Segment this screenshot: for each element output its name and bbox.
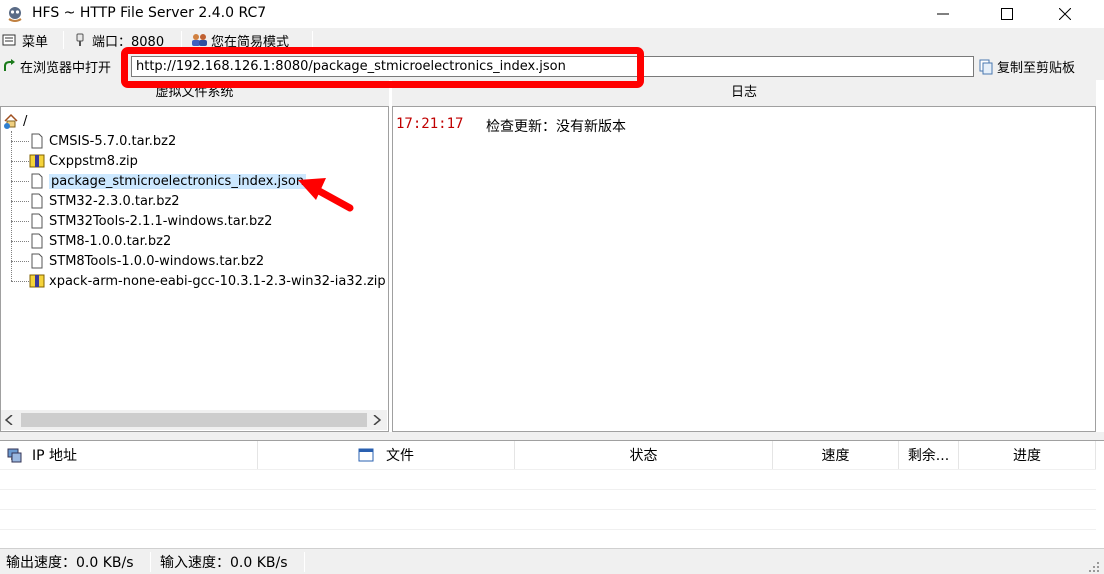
file-icon [31, 173, 43, 189]
file-name: Cxppstm8.zip [49, 153, 138, 169]
log-panel[interactable]: 17:21:17 检查更新：没有新版本 [392, 106, 1096, 432]
highlight-annotation [121, 47, 644, 88]
tree-item[interactable]: STM32Tools-2.1.1-windows.tar.bz2 [11, 211, 272, 231]
column-header-speed[interactable]: 速度 [773, 441, 899, 469]
tree-item[interactable]: CMSIS-5.7.0.tar.bz2 [11, 131, 176, 151]
tree-root-label: / [23, 113, 28, 129]
tree-branch [11, 280, 29, 282]
window-icon [358, 448, 374, 462]
status-bar: 输出速度：0.0 KB/s 输入速度：0.0 KB/s [0, 548, 1104, 574]
tree-item[interactable]: STM8-1.0.0.tar.bz2 [11, 231, 171, 251]
copy-icon [979, 59, 993, 74]
open-arrow-icon [4, 59, 15, 71]
status-separator [304, 552, 305, 572]
arrow-annotation-icon [298, 178, 354, 212]
open-in-browser-button[interactable]: 在浏览器中打开 [2, 56, 111, 76]
scroll-right-icon[interactable] [373, 415, 381, 425]
panel-splitter[interactable] [0, 432, 1104, 440]
table-row [0, 509, 1096, 510]
column-header-remaining[interactable]: 剩余... [899, 441, 959, 469]
table-row [0, 529, 1096, 530]
users-icon [192, 34, 207, 46]
status-separator [150, 552, 151, 572]
file-name: xpack-arm-none-eabi-gcc-10.3.1-2.3-win32… [49, 273, 386, 289]
file-name: CMSIS-5.7.0.tar.bz2 [49, 133, 177, 149]
tree-item-selected[interactable]: package_stmicroelectronics_index.json [11, 171, 307, 191]
copy-to-clipboard-button[interactable]: 复制至剪贴板 [978, 56, 1100, 77]
file-icon [31, 253, 43, 269]
file-name: STM8-1.0.0.tar.bz2 [49, 233, 172, 249]
maximize-button[interactable] [978, 0, 1036, 28]
vfs-tree[interactable]: / CMSIS-5.7.0.tar.bz2 Cxppstm8.zip packa… [0, 106, 389, 432]
file-name: STM32Tools-2.1.1-windows.tar.bz2 [49, 213, 273, 229]
file-name: STM32-2.3.0.tar.bz2 [49, 193, 180, 209]
column-header-ip[interactable]: IP 地址 [0, 441, 258, 469]
resize-grip-icon[interactable] [1088, 561, 1100, 573]
connections-table[interactable]: IP 地址 文件 状态 速度 剩余... 进度 [0, 440, 1104, 548]
zip-icon [29, 154, 45, 168]
input-speed: 输入速度：0.0 KB/s [160, 555, 288, 571]
minimize-button[interactable] [914, 0, 972, 28]
window-title: HFS ~ HTTP File Server 2.4.0 RC7 [32, 5, 267, 21]
column-header-ip-label: IP 地址 [32, 448, 78, 464]
file-icon [31, 213, 43, 229]
column-header-file[interactable]: 文件 [258, 441, 515, 469]
menu-label: 菜单 [22, 34, 49, 50]
tree-item[interactable]: STM8Tools-1.0.0-windows.tar.bz2 [11, 251, 264, 271]
home-icon [4, 113, 18, 129]
file-icon [31, 193, 43, 209]
tree-item[interactable]: xpack-arm-none-eabi-gcc-10.3.1-2.3-win32… [11, 271, 386, 291]
log-entry-time: 17:21:17 [396, 116, 464, 132]
tree-item[interactable]: STM32-2.3.0.tar.bz2 [11, 191, 180, 211]
file-icon [31, 233, 43, 249]
toolbar-separator [63, 31, 64, 49]
file-name: STM8Tools-1.0.0-windows.tar.bz2 [49, 253, 265, 269]
open-in-browser-label: 在浏览器中打开 [20, 60, 112, 76]
close-icon [1059, 8, 1071, 20]
output-speed: 输出速度：0.0 KB/s [6, 555, 134, 571]
table-row [0, 469, 1096, 470]
horizontal-scrollbar[interactable] [1, 410, 387, 430]
menu-icon [2, 34, 16, 46]
tree-branch [11, 220, 29, 222]
column-header-file-label: 文件 [386, 448, 414, 464]
network-icon [7, 448, 22, 463]
table-row [0, 489, 1096, 490]
tree-branch [11, 180, 29, 182]
title-bar: HFS ~ HTTP File Server 2.4.0 RC7 [0, 0, 1104, 28]
tree-branch [11, 200, 29, 202]
column-header-status[interactable]: 状态 [515, 441, 773, 469]
copy-label: 复制至剪贴板 [997, 61, 1076, 76]
minimize-icon [937, 13, 949, 15]
zip-icon [29, 274, 45, 288]
tree-item[interactable]: Cxppstm8.zip [11, 151, 138, 171]
maximize-icon [1001, 8, 1013, 20]
tree-branch [11, 240, 29, 242]
scrollbar-thumb[interactable] [21, 413, 367, 427]
file-icon [31, 133, 43, 149]
close-button[interactable] [1036, 0, 1094, 28]
tree-branch [11, 160, 29, 162]
tree-branch [11, 140, 29, 142]
column-header-progress[interactable]: 进度 [959, 441, 1096, 469]
hfs-app-icon [6, 5, 24, 23]
log-entry-message: 检查更新：没有新版本 [486, 119, 626, 135]
scroll-left-icon[interactable] [5, 415, 13, 425]
menu-button[interactable]: 菜单 [2, 30, 48, 50]
plug-icon [76, 33, 84, 46]
file-name: package_stmicroelectronics_index.json [49, 173, 307, 189]
tree-branch [11, 260, 29, 262]
tree-root[interactable]: / [3, 111, 27, 131]
